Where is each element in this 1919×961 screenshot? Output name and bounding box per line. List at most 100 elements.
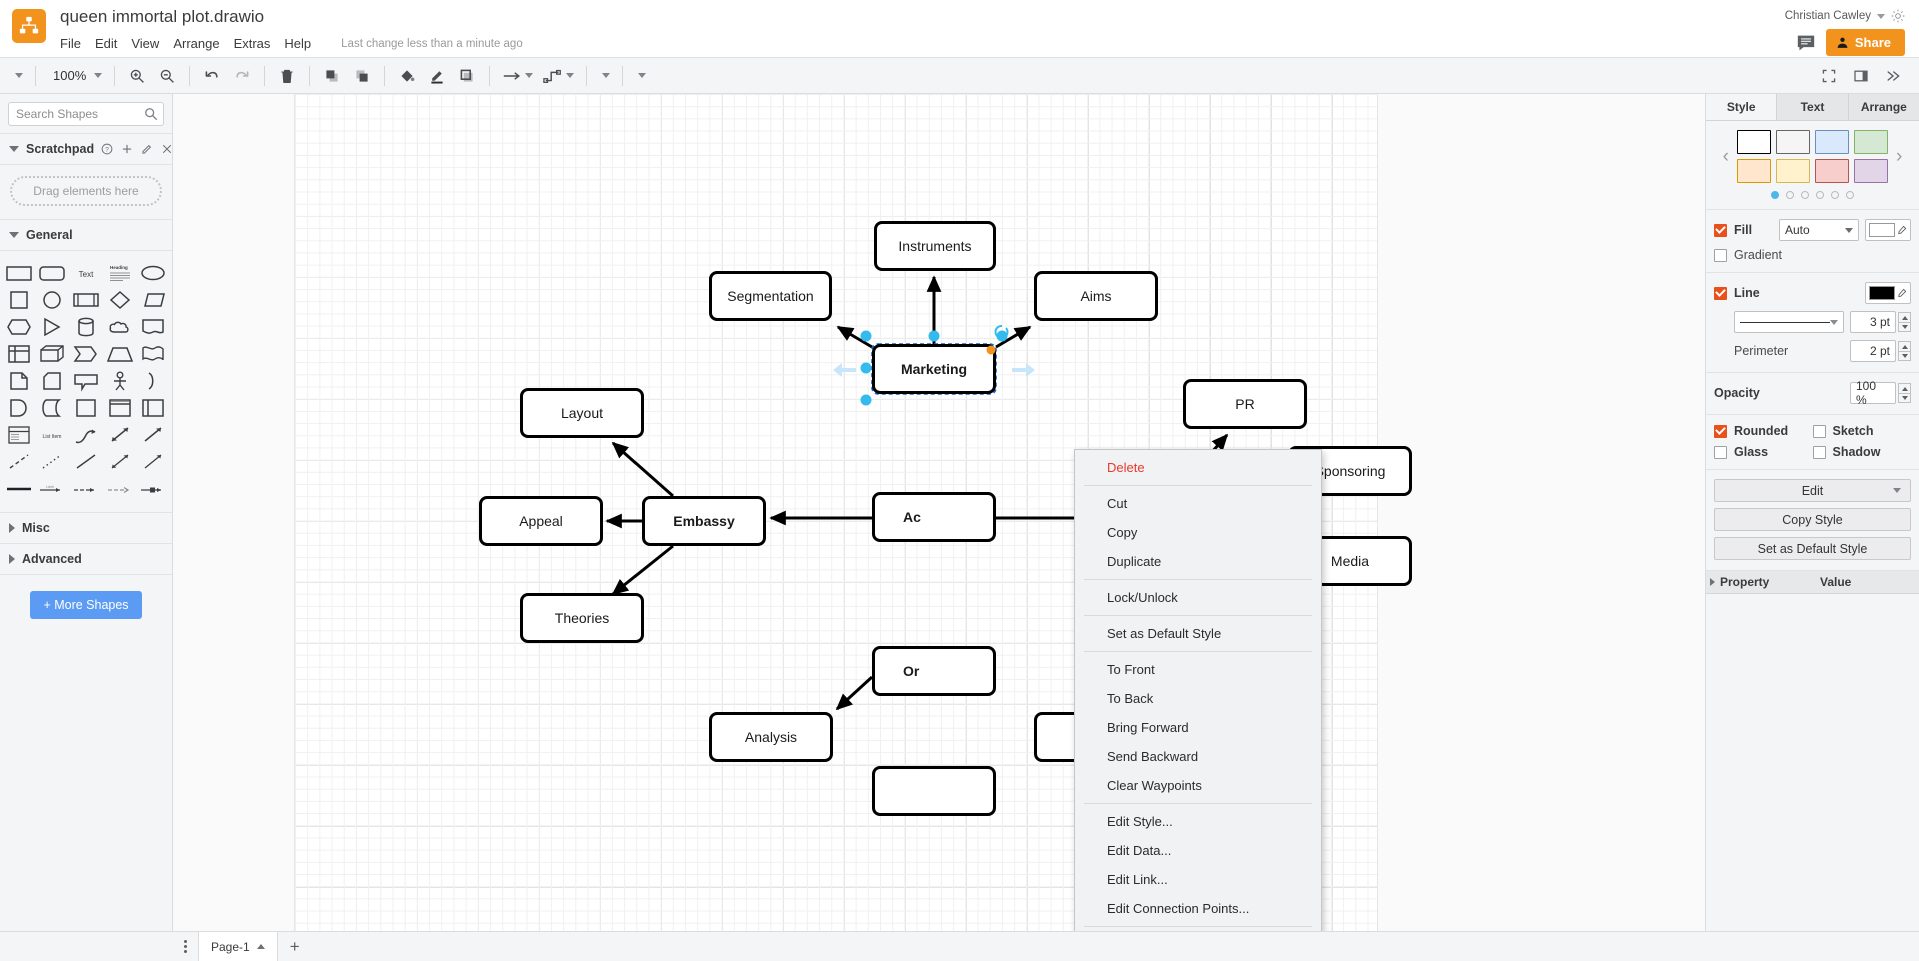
table-button[interactable]	[631, 63, 650, 89]
shape-circle[interactable]	[36, 286, 70, 313]
shape-container[interactable]	[69, 394, 103, 421]
line-checkbox[interactable]	[1714, 287, 1727, 300]
tab-arrange[interactable]: Arrange	[1849, 94, 1919, 120]
connection-style-button[interactable]	[498, 63, 537, 89]
ctx-edit-connection-points[interactable]: Edit Connection Points...	[1075, 894, 1321, 923]
page-menu-button[interactable]	[173, 932, 199, 961]
ctx-set-default-style[interactable]: Set as Default Style	[1075, 619, 1321, 648]
shadow-button[interactable]	[453, 63, 481, 89]
waypoint-style-button[interactable]	[539, 63, 578, 89]
copy-style-button[interactable]: Copy Style	[1714, 508, 1911, 531]
pencil-icon[interactable]	[141, 143, 153, 155]
properties-header[interactable]: Property Value	[1706, 571, 1919, 594]
fill-checkbox[interactable]	[1714, 224, 1727, 237]
shape-trapezoid[interactable]	[103, 340, 137, 367]
insert-button[interactable]	[595, 63, 614, 89]
page-dot-3[interactable]	[1801, 191, 1809, 199]
ctx-copy[interactable]: Copy	[1075, 518, 1321, 547]
chevron-down-icon[interactable]	[1877, 14, 1885, 19]
fill-color-button[interactable]	[1865, 219, 1911, 241]
shape-double-arrow[interactable]	[103, 421, 137, 448]
ctx-clear-waypoints[interactable]: Clear Waypoints	[1075, 771, 1321, 800]
to-front-button[interactable]	[318, 63, 346, 89]
ctx-edit-link[interactable]: Edit Link...	[1075, 865, 1321, 894]
shape-list-item[interactable]: List Item	[36, 421, 70, 448]
sketch-toggle[interactable]: Sketch	[1813, 424, 1912, 438]
opacity-stepper[interactable]	[1898, 383, 1911, 403]
ctx-edit-style[interactable]: Edit Style...	[1075, 807, 1321, 836]
page-dot-2[interactable]	[1786, 191, 1794, 199]
share-button[interactable]: Share	[1826, 29, 1905, 56]
shape-list[interactable]	[2, 421, 36, 448]
fill-color-button[interactable]	[393, 63, 421, 89]
menu-file[interactable]: File	[60, 33, 90, 54]
shape-card[interactable]	[36, 367, 70, 394]
edge-dashed-open-arrow[interactable]	[103, 475, 137, 502]
sun-icon[interactable]	[1891, 9, 1905, 23]
sidebar-section-scratchpad[interactable]: Scratchpad ?	[0, 134, 172, 165]
stepper-down[interactable]	[1898, 351, 1911, 361]
redo-button[interactable]	[228, 63, 256, 89]
page-dot-5[interactable]	[1831, 191, 1839, 199]
swatch-green[interactable]	[1854, 130, 1888, 154]
sidebar-section-general[interactable]: General	[0, 220, 172, 251]
shape-process[interactable]	[69, 286, 103, 313]
ctx-delete[interactable]: Delete	[1075, 453, 1321, 482]
shape-document[interactable]	[136, 313, 170, 340]
opacity-field[interactable]: 100 %	[1850, 382, 1896, 404]
sidebar-section-misc[interactable]: Misc	[0, 513, 172, 544]
gradient-checkbox[interactable]	[1714, 249, 1727, 262]
swatch-yellow[interactable]	[1776, 159, 1810, 183]
shape-display[interactable]	[36, 394, 70, 421]
edge-labeled-arrow[interactable]: Label	[36, 475, 70, 502]
page-dot-4[interactable]	[1816, 191, 1824, 199]
menu-edit[interactable]: Edit	[95, 33, 126, 54]
menu-extras[interactable]: Extras	[234, 33, 280, 54]
shape-cube[interactable]	[36, 340, 70, 367]
shape-vertical-container[interactable]	[103, 394, 137, 421]
stepper-down[interactable]	[1898, 322, 1911, 332]
shadow-toggle[interactable]: Shadow	[1813, 445, 1912, 459]
diagram-canvas[interactable]: Instruments Segmentation Aims Marketing …	[173, 94, 1705, 931]
fill-mode-select[interactable]: Auto	[1779, 219, 1859, 241]
swatch-prev-button[interactable]: ‹	[1721, 147, 1731, 166]
shape-internal-storage[interactable]	[2, 340, 36, 367]
shape-tape[interactable]	[136, 340, 170, 367]
ctx-lock-unlock[interactable]: Lock/Unlock	[1075, 583, 1321, 612]
tab-text[interactable]: Text	[1777, 94, 1848, 120]
shape-note[interactable]	[2, 367, 36, 394]
shape-or[interactable]	[136, 367, 170, 394]
line-style-select[interactable]	[1734, 311, 1844, 333]
page-dot-1[interactable]	[1771, 191, 1779, 199]
shadow-checkbox[interactable]	[1813, 446, 1826, 459]
edge-thick-line[interactable]	[2, 475, 36, 502]
eyedropper-icon[interactable]	[1896, 288, 1907, 299]
add-page-button[interactable]: +	[278, 932, 312, 961]
user-menu[interactable]: Christian Cawley	[1785, 9, 1905, 23]
ctx-to-front[interactable]: To Front	[1075, 655, 1321, 684]
swatch-red[interactable]	[1815, 159, 1849, 183]
format-panel-toggle[interactable]	[1847, 63, 1875, 89]
shape-text[interactable]: Text	[69, 259, 103, 286]
shape-rectangle[interactable]	[2, 259, 36, 286]
glass-toggle[interactable]: Glass	[1714, 445, 1813, 459]
ctx-duplicate[interactable]: Duplicate	[1075, 547, 1321, 576]
perimeter-field[interactable]: 2 pt	[1850, 340, 1896, 362]
shape-delay[interactable]	[2, 394, 36, 421]
plus-icon[interactable]	[121, 143, 133, 155]
ctx-send-backward[interactable]: Send Backward	[1075, 742, 1321, 771]
rounded-toggle[interactable]: Rounded	[1714, 424, 1813, 438]
swatch-gray[interactable]	[1776, 130, 1810, 154]
set-default-style-button[interactable]: Set as Default Style	[1714, 537, 1911, 560]
edge-arrow-with-node[interactable]	[136, 475, 170, 502]
edge-solid-line[interactable]	[69, 448, 103, 475]
rounded-checkbox[interactable]	[1714, 425, 1727, 438]
sketch-checkbox[interactable]	[1813, 425, 1826, 438]
tab-style[interactable]: Style	[1706, 94, 1777, 120]
page-tab-page-1[interactable]: Page-1	[199, 932, 278, 961]
edge-directional[interactable]	[136, 448, 170, 475]
line-color-button[interactable]	[1865, 282, 1911, 304]
menu-arrange[interactable]: Arrange	[173, 33, 228, 54]
line-width-stepper[interactable]	[1898, 312, 1911, 332]
more-shapes-button[interactable]: + More Shapes	[30, 591, 141, 619]
